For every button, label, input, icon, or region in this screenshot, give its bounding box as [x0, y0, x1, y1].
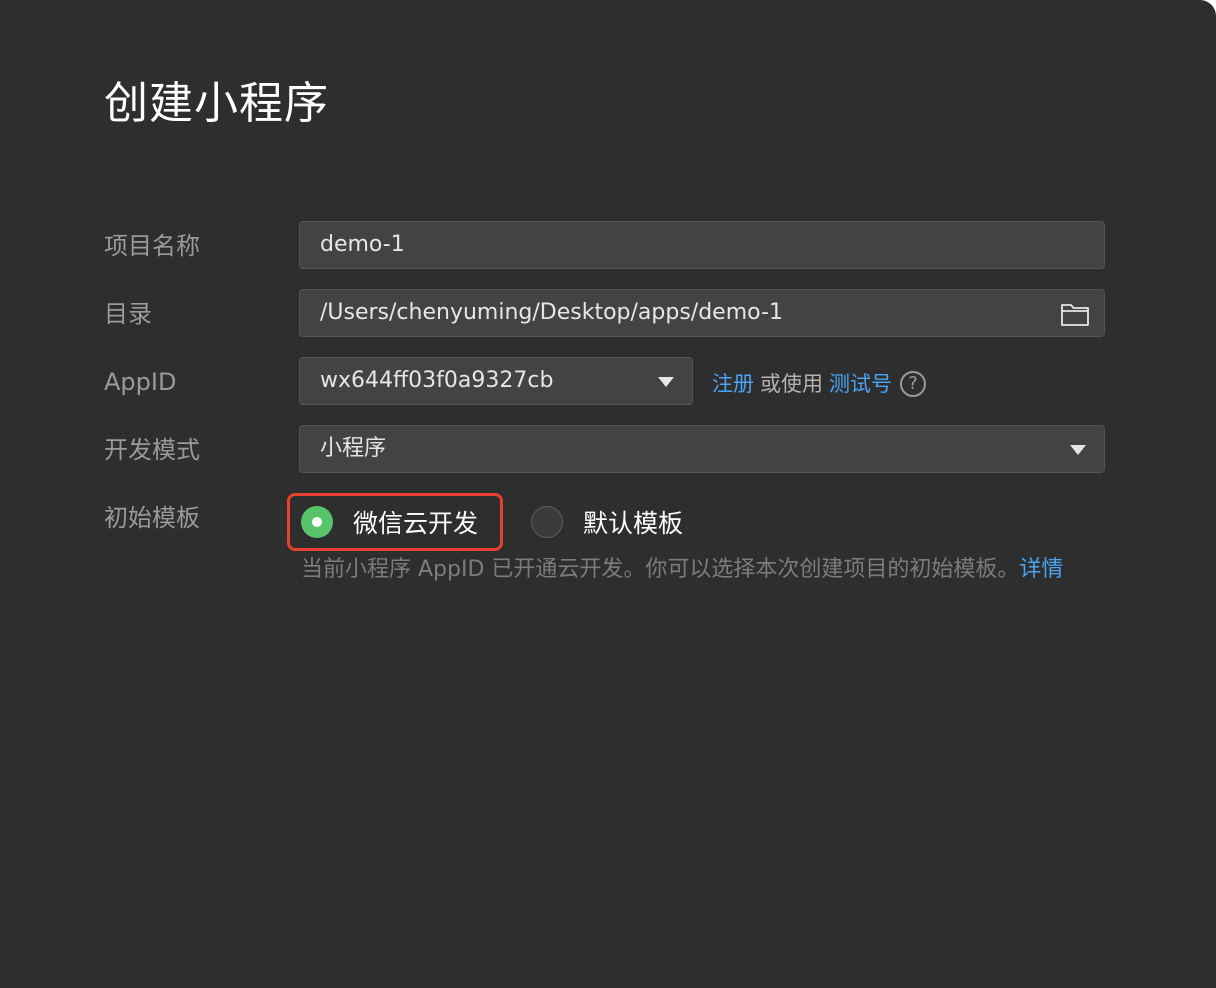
dev-mode-select[interactable]: 小程序	[299, 425, 1105, 473]
appid-value: wx644ff03f0a9327cb	[320, 368, 554, 393]
template-hint: 当前小程序 AppID 已开通云开发。你可以选择本次创建项目的初始模板。详情	[301, 552, 1101, 588]
directory-input[interactable]: /Users/chenyuming/Desktop/apps/demo-1	[299, 289, 1105, 337]
or-use-text: 或使用	[760, 372, 823, 396]
template-hint-text: 当前小程序 AppID 已开通云开发。你可以选择本次创建项目的初始模板。	[301, 557, 1020, 582]
template-option-default[interactable]: 默认模板	[531, 493, 683, 551]
template-label: 初始模板	[104, 504, 200, 532]
chevron-down-icon	[1070, 445, 1086, 455]
dev-mode-value: 小程序	[320, 436, 387, 461]
project-name-input[interactable]: demo-1	[299, 221, 1105, 269]
appid-links: 注册 或使用 测试号 ?	[712, 366, 926, 402]
template-option-label: 默认模板	[583, 509, 684, 538]
create-miniprogram-dialog: 创建小程序 项目名称 demo-1 目录 /Users/chenyuming/D…	[0, 0, 1216, 988]
register-link[interactable]: 注册	[712, 367, 754, 401]
dialog-title: 创建小程序	[104, 78, 329, 129]
directory-label: 目录	[104, 300, 152, 328]
project-name-label: 项目名称	[104, 232, 200, 260]
test-account-link[interactable]: 测试号	[829, 367, 892, 401]
appid-select[interactable]: wx644ff03f0a9327cb	[299, 357, 693, 405]
template-option-label: 微信云开发	[353, 509, 479, 538]
radio-unchecked-icon[interactable]	[531, 506, 563, 538]
directory-value: /Users/chenyuming/Desktop/apps/demo-1	[320, 300, 783, 325]
chevron-down-icon	[658, 377, 674, 387]
appid-label: AppID	[104, 368, 177, 396]
radio-checked-icon[interactable]	[301, 506, 333, 538]
project-name-value: demo-1	[320, 232, 405, 257]
folder-icon[interactable]	[1060, 301, 1090, 327]
help-icon[interactable]: ?	[900, 371, 926, 397]
details-link[interactable]: 详情	[1019, 557, 1063, 582]
template-option-cloud[interactable]: 微信云开发	[287, 493, 503, 551]
dev-mode-label: 开发模式	[104, 436, 200, 464]
